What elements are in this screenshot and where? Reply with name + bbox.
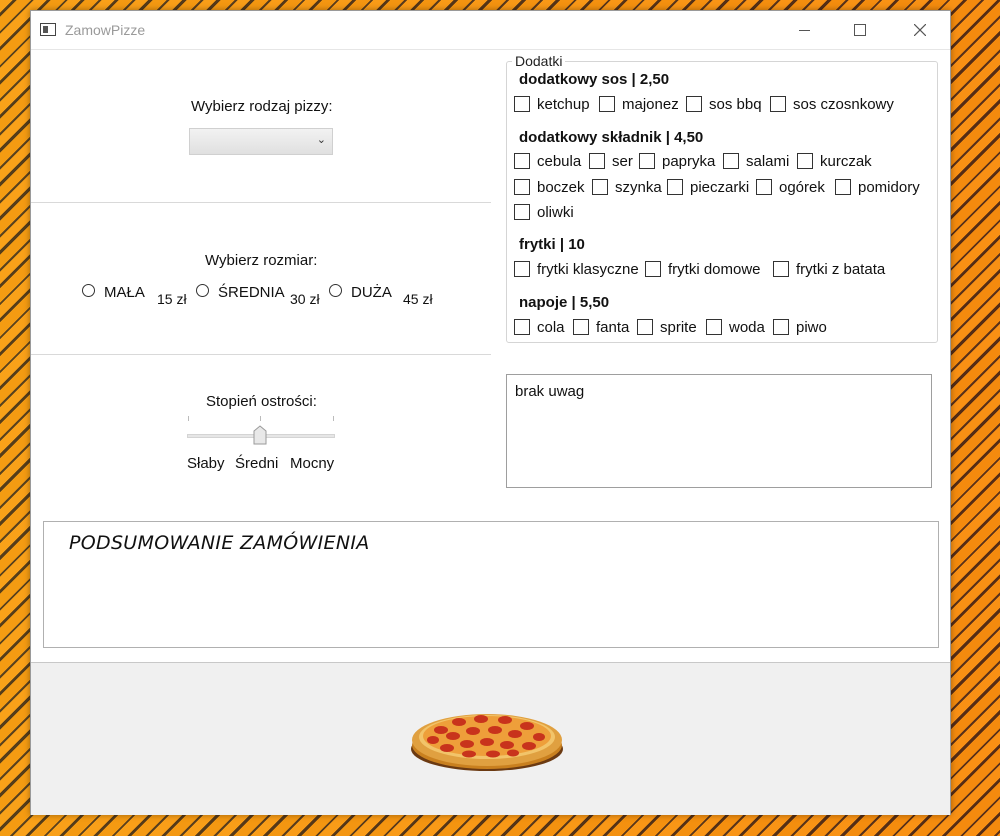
maximize-button[interactable] [837,11,883,49]
checkbox-cola[interactable] [514,319,530,335]
checkbox-sos-czosnkowy[interactable] [770,96,786,112]
checkbox-kurczak[interactable] [797,153,813,169]
checkbox-oliwki[interactable] [514,204,530,220]
size-radio-small[interactable] [82,284,95,297]
checkbox-woda[interactable] [706,319,722,335]
checkbox-frytki-klasyczne[interactable] [514,261,530,277]
checkbox-label: majonez [622,96,679,113]
slider-tick [260,416,261,421]
checkbox-salami[interactable] [723,153,739,169]
checkbox-label: kurczak [820,153,872,170]
checkbox-label: oliwki [537,204,574,221]
size-small-label: MAŁA [104,284,145,301]
maximize-icon [854,24,866,36]
checkbox-label: ogórek [779,179,825,196]
checkbox-ogorek[interactable] [756,179,772,195]
checkbox-pieczarki[interactable] [667,179,683,195]
checkbox-label: papryka [662,153,716,170]
size-radio-large[interactable] [329,284,342,297]
checkbox-label: frytki klasyczne [537,261,639,278]
image-panel [31,662,950,815]
window-title: ZamowPizze [65,22,146,38]
checkbox-label: sos bbq [709,96,762,113]
chevron-down-icon: ⌄ [316,134,326,146]
checkbox-boczek[interactable] [514,179,530,195]
order-summary: PODSUMOWANIE ZAMÓWIENIA [43,521,939,648]
checkbox-frytki-domowe[interactable] [645,261,661,277]
checkbox-label: pomidory [858,179,920,196]
checkbox-label: fanta [596,319,630,336]
checkbox-sos-bbq[interactable] [686,96,702,112]
group-title-sauce: dodatkowy sos | 2,50 [519,71,670,88]
app-window: ZamowPizze Wybierz rodzaj pizzy: ⌄ Wybie… [30,10,951,815]
pizza-icon [411,714,563,771]
checkbox-label: frytki domowe [668,261,761,278]
app-icon [40,23,56,36]
close-button[interactable] [897,11,943,49]
checkbox-szynka[interactable] [592,179,608,195]
summary-title: PODSUMOWANIE ZAMÓWIENIA [69,532,370,554]
pizza-type-select[interactable]: ⌄ [189,128,333,155]
checkbox-papryka[interactable] [639,153,655,169]
slider-tick [333,416,334,421]
checkbox-label: ser [612,153,633,170]
size-large-price: 45 zł [403,291,433,307]
checkbox-label: boczek [537,179,585,196]
minimize-icon [798,29,810,31]
spice-label: Stopień ostrości: [206,393,317,410]
pizza-type-label: Wybierz rodzaj pizzy: [191,98,333,115]
size-radio-medium[interactable] [196,284,209,297]
checkbox-cebula[interactable] [514,153,530,169]
title-divider [31,49,950,50]
group-title-drinks: napoje | 5,50 [519,294,610,311]
size-medium-label: ŚREDNIA [218,284,285,301]
size-large-label: DUŻA [351,284,392,301]
minimize-button[interactable] [781,11,827,49]
checkbox-label: sos czosnkowy [793,96,894,113]
title-bar: ZamowPizze [31,11,950,49]
notes-textbox[interactable]: brak uwag [506,374,932,488]
checkbox-fanta[interactable] [573,319,589,335]
section-divider [31,354,491,355]
checkbox-sprite[interactable] [637,319,653,335]
size-medium-price: 30 zł [290,291,320,307]
slider-tick [188,416,189,421]
checkbox-label: ketchup [537,96,590,113]
checkbox-label: woda [729,319,765,336]
checkbox-piwo[interactable] [773,319,789,335]
checkbox-ketchup[interactable] [514,96,530,112]
checkbox-label: piwo [796,319,827,336]
checkbox-label: salami [746,153,790,170]
spice-level-medium: Średni [235,455,279,472]
spice-level-high: Mocny [290,455,335,472]
group-title-ingredient: dodatkowy składnik | 4,50 [519,129,704,146]
size-small-price: 15 zł [157,291,187,307]
checkbox-label: szynka [615,179,662,196]
close-icon [914,24,926,36]
extras-title: Dodatki [512,53,566,69]
section-divider [31,202,491,203]
checkbox-label: cola [537,319,565,336]
spice-level-low: Słaby [187,455,225,472]
checkbox-label: sprite [660,319,697,336]
checkbox-majonez[interactable] [599,96,615,112]
checkbox-label: cebula [537,153,582,170]
size-label: Wybierz rozmiar: [205,252,318,269]
spice-slider-thumb[interactable] [253,425,267,445]
group-title-fries: frytki | 10 [519,236,585,253]
checkbox-frytki-z-batata[interactable] [773,261,789,277]
checkbox-pomidory[interactable] [835,179,851,195]
checkbox-ser[interactable] [589,153,605,169]
checkbox-label: frytki z batata [796,261,886,278]
checkbox-label: pieczarki [690,179,750,196]
